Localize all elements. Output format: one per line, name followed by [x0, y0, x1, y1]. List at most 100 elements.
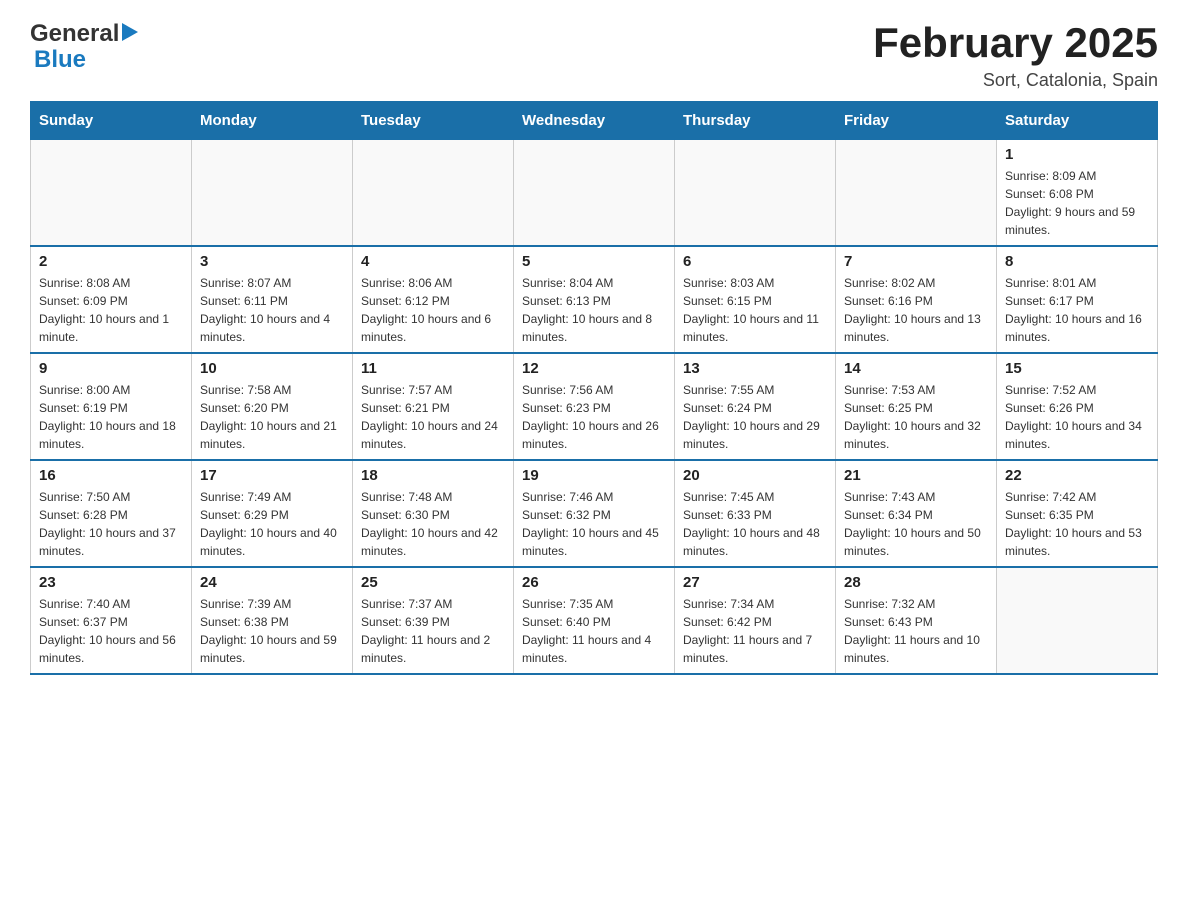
table-row: 10 Sunrise: 7:58 AMSunset: 6:20 PMDayligh…: [192, 353, 353, 460]
day-info: Sunrise: 7:53 AMSunset: 6:25 PMDaylight:…: [844, 381, 988, 453]
day-info: Sunrise: 7:58 AMSunset: 6:20 PMDaylight:…: [200, 381, 344, 453]
day-info: Sunrise: 7:55 AMSunset: 6:24 PMDaylight:…: [683, 381, 827, 453]
table-row: 13 Sunrise: 7:55 AMSunset: 6:24 PMDayligh…: [675, 353, 836, 460]
day-info: Sunrise: 7:34 AMSunset: 6:42 PMDaylight:…: [683, 595, 827, 667]
logo: General Blue: [30, 20, 138, 74]
day-number: 17: [200, 467, 344, 484]
day-number: 7: [844, 253, 988, 270]
table-row: 5 Sunrise: 8:04 AMSunset: 6:13 PMDaylight…: [514, 246, 675, 353]
day-info: Sunrise: 7:50 AMSunset: 6:28 PMDaylight:…: [39, 488, 183, 560]
location-subtitle: Sort, Catalonia, Spain: [873, 70, 1158, 91]
day-info: Sunrise: 7:57 AMSunset: 6:21 PMDaylight:…: [361, 381, 505, 453]
table-row: 17 Sunrise: 7:49 AMSunset: 6:29 PMDayligh…: [192, 460, 353, 567]
month-title: February 2025: [873, 20, 1158, 66]
table-row: 2Sunrise: 8:08 AMSunset: 6:09 PMDaylight…: [31, 246, 192, 353]
col-thursday: Thursday: [675, 102, 836, 140]
day-number: 14: [844, 360, 988, 377]
day-number: 24: [200, 574, 344, 591]
table-row: [836, 140, 997, 247]
day-info: Sunrise: 8:09 AMSunset: 6:08 PMDaylight:…: [1005, 167, 1149, 239]
calendar-week-row: 16 Sunrise: 7:50 AMSunset: 6:28 PMDayligh…: [31, 460, 1158, 567]
table-row: 26 Sunrise: 7:35 AMSunset: 6:40 PMDayligh…: [514, 567, 675, 674]
calendar-week-row: 23 Sunrise: 7:40 AMSunset: 6:37 PMDayligh…: [31, 567, 1158, 674]
table-row: [675, 140, 836, 247]
day-number: 22: [1005, 467, 1149, 484]
table-row: 21 Sunrise: 7:43 AMSunset: 6:34 PMDayligh…: [836, 460, 997, 567]
day-number: 25: [361, 574, 505, 591]
day-number: 9: [39, 360, 183, 377]
logo-arrow-icon: [122, 23, 138, 46]
table-row: 24 Sunrise: 7:39 AMSunset: 6:38 PMDayligh…: [192, 567, 353, 674]
day-number: 16: [39, 467, 183, 484]
day-info: Sunrise: 7:52 AMSunset: 6:26 PMDaylight:…: [1005, 381, 1149, 453]
day-number: 23: [39, 574, 183, 591]
table-row: 9Sunrise: 8:00 AMSunset: 6:19 PMDaylight…: [31, 353, 192, 460]
day-number: 28: [844, 574, 988, 591]
table-row: 23 Sunrise: 7:40 AMSunset: 6:37 PMDayligh…: [31, 567, 192, 674]
day-number: 6: [683, 253, 827, 270]
col-saturday: Saturday: [997, 102, 1158, 140]
table-row: 14 Sunrise: 7:53 AMSunset: 6:25 PMDayligh…: [836, 353, 997, 460]
calendar-table: Sunday Monday Tuesday Wednesday Thursday…: [30, 101, 1158, 675]
day-number: 19: [522, 467, 666, 484]
table-row: 19Sunrise: 7:46 AMSunset: 6:32 PMDayligh…: [514, 460, 675, 567]
col-sunday: Sunday: [31, 102, 192, 140]
calendar-week-row: 1 Sunrise: 8:09 AMSunset: 6:08 PMDaylight…: [31, 140, 1158, 247]
day-info: Sunrise: 8:07 AMSunset: 6:11 PMDaylight:…: [200, 274, 344, 346]
day-info: Sunrise: 8:02 AMSunset: 6:16 PMDaylight:…: [844, 274, 988, 346]
table-row: [514, 140, 675, 247]
table-row: 6 Sunrise: 8:03 AMSunset: 6:15 PMDaylight…: [675, 246, 836, 353]
day-info: Sunrise: 7:48 AMSunset: 6:30 PMDaylight:…: [361, 488, 505, 560]
day-info: Sunrise: 7:45 AMSunset: 6:33 PMDaylight:…: [683, 488, 827, 560]
day-info: Sunrise: 7:40 AMSunset: 6:37 PMDaylight:…: [39, 595, 183, 667]
table-row: 11 Sunrise: 7:57 AMSunset: 6:21 PMDayligh…: [353, 353, 514, 460]
table-row: 25 Sunrise: 7:37 AMSunset: 6:39 PMDayligh…: [353, 567, 514, 674]
calendar-week-row: 9Sunrise: 8:00 AMSunset: 6:19 PMDaylight…: [31, 353, 1158, 460]
day-number: 27: [683, 574, 827, 591]
day-info: Sunrise: 7:49 AMSunset: 6:29 PMDaylight:…: [200, 488, 344, 560]
day-number: 26: [522, 574, 666, 591]
day-info: Sunrise: 7:32 AMSunset: 6:43 PMDaylight:…: [844, 595, 988, 667]
day-info: Sunrise: 8:04 AMSunset: 6:13 PMDaylight:…: [522, 274, 666, 346]
col-monday: Monday: [192, 102, 353, 140]
day-number: 18: [361, 467, 505, 484]
day-info: Sunrise: 8:08 AMSunset: 6:09 PMDaylight:…: [39, 274, 183, 346]
table-row: 20Sunrise: 7:45 AMSunset: 6:33 PMDayligh…: [675, 460, 836, 567]
table-row: 16 Sunrise: 7:50 AMSunset: 6:28 PMDayligh…: [31, 460, 192, 567]
col-friday: Friday: [836, 102, 997, 140]
table-row: 15 Sunrise: 7:52 AMSunset: 6:26 PMDayligh…: [997, 353, 1158, 460]
table-row: 8 Sunrise: 8:01 AMSunset: 6:17 PMDaylight…: [997, 246, 1158, 353]
logo-blue-text: Blue: [34, 46, 86, 74]
title-area: February 2025 Sort, Catalonia, Spain: [873, 20, 1158, 91]
day-number: 10: [200, 360, 344, 377]
day-number: 11: [361, 360, 505, 377]
day-number: 3: [200, 253, 344, 270]
day-info: Sunrise: 7:39 AMSunset: 6:38 PMDaylight:…: [200, 595, 344, 667]
day-number: 1: [1005, 146, 1149, 163]
calendar-header-row: Sunday Monday Tuesday Wednesday Thursday…: [31, 102, 1158, 140]
day-info: Sunrise: 8:03 AMSunset: 6:15 PMDaylight:…: [683, 274, 827, 346]
day-number: 8: [1005, 253, 1149, 270]
day-info: Sunrise: 8:06 AMSunset: 6:12 PMDaylight:…: [361, 274, 505, 346]
logo-general-text: General: [30, 20, 119, 48]
day-number: 5: [522, 253, 666, 270]
table-row: [353, 140, 514, 247]
day-info: Sunrise: 7:42 AMSunset: 6:35 PMDaylight:…: [1005, 488, 1149, 560]
table-row: 18 Sunrise: 7:48 AMSunset: 6:30 PMDayligh…: [353, 460, 514, 567]
table-row: [31, 140, 192, 247]
day-number: 13: [683, 360, 827, 377]
table-row: 27 Sunrise: 7:34 AMSunset: 6:42 PMDayligh…: [675, 567, 836, 674]
day-info: Sunrise: 7:35 AMSunset: 6:40 PMDaylight:…: [522, 595, 666, 667]
day-number: 21: [844, 467, 988, 484]
table-row: 28 Sunrise: 7:32 AMSunset: 6:43 PMDayligh…: [836, 567, 997, 674]
day-info: Sunrise: 8:01 AMSunset: 6:17 PMDaylight:…: [1005, 274, 1149, 346]
day-info: Sunrise: 7:37 AMSunset: 6:39 PMDaylight:…: [361, 595, 505, 667]
day-number: 15: [1005, 360, 1149, 377]
day-number: 12: [522, 360, 666, 377]
table-row: 22 Sunrise: 7:42 AMSunset: 6:35 PMDayligh…: [997, 460, 1158, 567]
col-wednesday: Wednesday: [514, 102, 675, 140]
day-number: 4: [361, 253, 505, 270]
calendar-week-row: 2Sunrise: 8:08 AMSunset: 6:09 PMDaylight…: [31, 246, 1158, 353]
day-info: Sunrise: 7:43 AMSunset: 6:34 PMDaylight:…: [844, 488, 988, 560]
table-row: 1 Sunrise: 8:09 AMSunset: 6:08 PMDaylight…: [997, 140, 1158, 247]
